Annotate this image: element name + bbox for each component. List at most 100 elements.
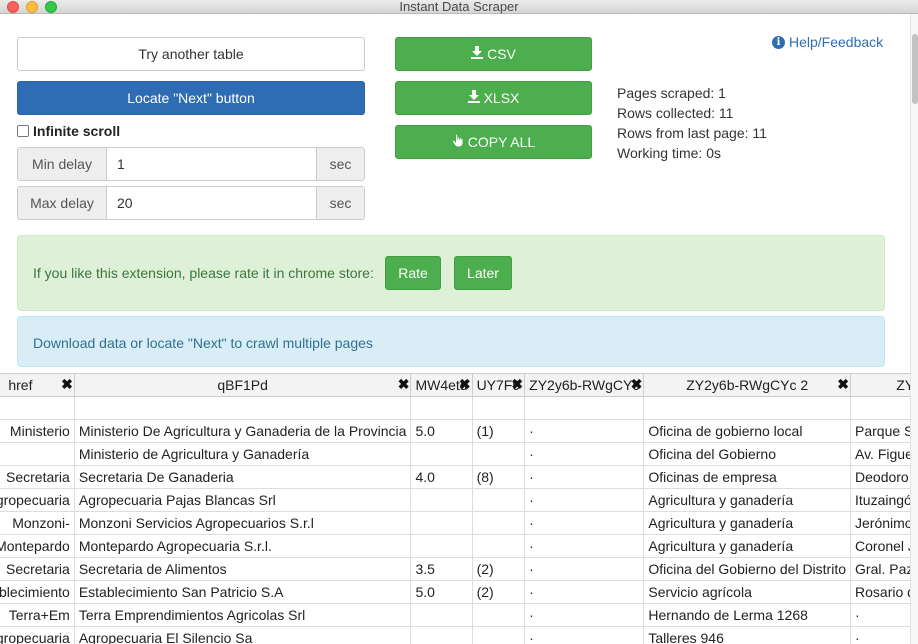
table-cell: 5.0 [410,580,473,604]
table-cell: Monzoni Servicios Agropecuarios S.r.l [73,511,412,535]
min-delay-unit: sec [316,148,364,180]
table-row: EstablecimientoEstablecimiento San Patri… [0,580,910,604]
table-cell: Secretaria [0,465,75,489]
column-header[interactable]: href ✖ [0,373,75,397]
xlsx-label: XLSX [483,90,520,106]
table-cell: (2) [471,557,526,581]
table-cell [471,511,526,535]
table-cell: Agropecuaria El Silencio Sa [73,626,412,644]
min-delay-input[interactable]: 1 [107,148,316,180]
data-table: href ✖ qBF1Pd ✖ MW4etd ✖ UY7F9 ✖ ZY2y6b-RWgC… [0,373,910,644]
table-cell [643,396,852,420]
info-alert: Download data or locate "Next" to crawl … [17,316,885,367]
table-cell: · [524,419,645,443]
download-xlsx-button[interactable]: XLSX [395,81,592,115]
table-cell: Ministerio [0,419,75,443]
table-cell: Parque Sarmiento, C [850,419,910,443]
locate-next-button[interactable]: Locate "Next" button [17,81,365,115]
remove-column-icon[interactable]: ✖ [459,377,471,391]
remove-column-icon[interactable]: ✖ [511,377,523,391]
info-message: Download data or locate "Next" to crawl … [33,335,373,351]
remove-column-icon[interactable]: ✖ [837,377,849,391]
table-cell: Agropecuaria [0,626,75,644]
table-cell: Agricultura y ganadería [643,488,852,512]
table-cell [0,442,75,466]
table-cell: · [850,626,910,644]
table-cell: Terra Emprendimientos Agricolas Srl [73,603,412,627]
infinite-scroll-checkbox[interactable] [17,125,29,137]
table-cell: Establecimiento San Patricio S.A [73,580,412,604]
column-header[interactable]: ZY2y6b-RWgCYc ✖ [524,373,645,397]
data-table-container[interactable]: href ✖ qBF1Pd ✖ MW4etd ✖ UY7F9 ✖ ZY2y6b-RWgC… [0,373,910,644]
table-cell: Ministerio de Agricultura y Ganadería [73,442,412,466]
download-icon [467,90,480,106]
scrollbar-thumb[interactable] [912,34,918,104]
table-cell: Coronel Jose Aceve [850,534,910,558]
vertical-scrollbar[interactable] [910,14,918,644]
table-cell: Secretaria De Ganaderia [73,465,412,489]
table-cell: Montepardo Agropecuaria S.r.l. [73,534,412,558]
copy-all-button[interactable]: COPY ALL [395,125,592,159]
table-cell: · [850,603,910,627]
download-csv-button[interactable]: CSV [395,37,592,71]
table-cell: Secretaria de Alimentos [73,557,412,581]
infinite-scroll-label: Infinite scroll [33,123,121,139]
table-cell: Terra+Em [0,603,75,627]
later-button[interactable]: Later [454,256,512,290]
table-cell [410,603,473,627]
table-cell: · [524,626,645,644]
table-cell [850,396,910,420]
infinite-scroll-option[interactable]: Infinite scroll [17,123,120,139]
table-cell: Agropecuaria Pajas Blancas Srl [73,488,412,512]
column-header[interactable]: qBF1Pd ✖ [73,373,412,397]
table-cell: Secretaria [0,557,75,581]
table-cell: Agropecuaria [0,488,75,512]
help-feedback-label: Help/Feedback [789,34,884,50]
scrape-stats: Pages scraped: 1 Rows collected: 11 Rows… [617,83,767,163]
table-row: Secretaria Secretaria de Alimentos 3.5 (2) ·… [0,557,910,581]
remove-column-icon[interactable]: ✖ [61,377,73,391]
table-cell [73,396,412,420]
table-cell: · [524,465,645,489]
table-row: AgropecuariaAgropecuaria El Silencio Sa ·… [0,626,910,644]
table-cell: · [524,534,645,558]
table-cell: Ministerio De Agricultura y Ganaderia de… [73,419,412,443]
rate-button[interactable]: Rate [385,256,441,290]
table-row: Ministerio de Agricultura y Ganadería · Of… [0,442,910,466]
table-cell [471,626,526,644]
min-delay-label: Min delay [18,148,107,180]
table-cell [471,488,526,512]
column-header[interactable]: ZY2y6b-RWgCYc 2 ✖ [643,373,852,397]
table-cell: Oficina del Gobierno [643,442,852,466]
table-cell: Rosario de Sta. Fe 1 [850,580,910,604]
column-header[interactable]: UY7F9 ✖ [471,373,526,397]
rows-collected: Rows collected: 11 [617,105,734,121]
remove-column-icon[interactable]: ✖ [398,377,410,391]
table-cell [410,626,473,644]
rate-alert: If you like this extension, please rate … [17,235,885,311]
copy-all-label: COPY ALL [467,134,536,150]
table-cell: · [524,580,645,604]
table-row: Montepardo Montepardo Agropecuaria S.r.l.… [0,534,910,558]
table-cell: Monzoni- [0,511,75,535]
help-feedback-link[interactable]: i Help/Feedback [772,34,883,50]
table-cell: 4.0 [410,465,473,489]
max-delay-label: Max delay [18,187,107,219]
table-cell: 3.5 [410,557,473,581]
info-icon: i [772,35,785,49]
table-cell [410,511,473,535]
table-cell [471,603,526,627]
try-another-table-button[interactable]: Try another table [17,37,365,71]
table-cell: Oficina de gobierno local [643,419,852,443]
table-row: Monzoni- Monzoni Servicios Agropecuarios … [0,511,910,535]
table-cell: · [524,603,645,627]
table-cell: (2) [471,580,526,604]
column-header[interactable]: ZY2y6b [850,373,910,397]
table-cell [410,442,473,466]
max-delay-input[interactable]: 20 [107,187,316,219]
column-header[interactable]: MW4etd ✖ [410,373,473,397]
table-row: Terra+Em Terra Emprendimientos Agricolas … [0,603,910,627]
table-cell [410,396,473,420]
table-cell: (8) [471,465,526,489]
remove-column-icon[interactable]: ✖ [631,377,643,391]
